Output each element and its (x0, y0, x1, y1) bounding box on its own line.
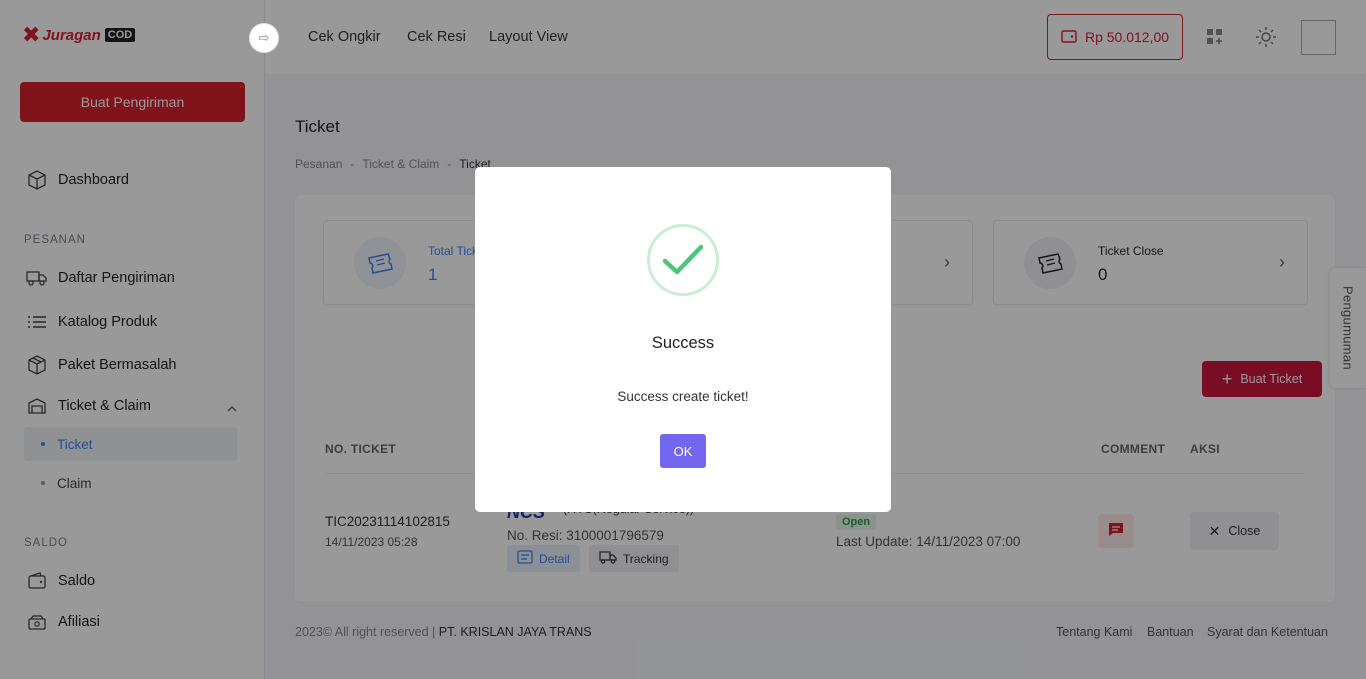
dialog-message: Success create ticket! (617, 389, 749, 404)
dialog-title: Success (651, 334, 715, 352)
ok-button[interactable]: OK (660, 434, 706, 468)
arrow-right-icon: ⇨ (258, 30, 270, 45)
collapse-sidebar-button[interactable]: ⇨ (249, 23, 279, 53)
success-check-icon (647, 224, 719, 296)
success-dialog: Success Success create ticket! OK (475, 167, 891, 512)
